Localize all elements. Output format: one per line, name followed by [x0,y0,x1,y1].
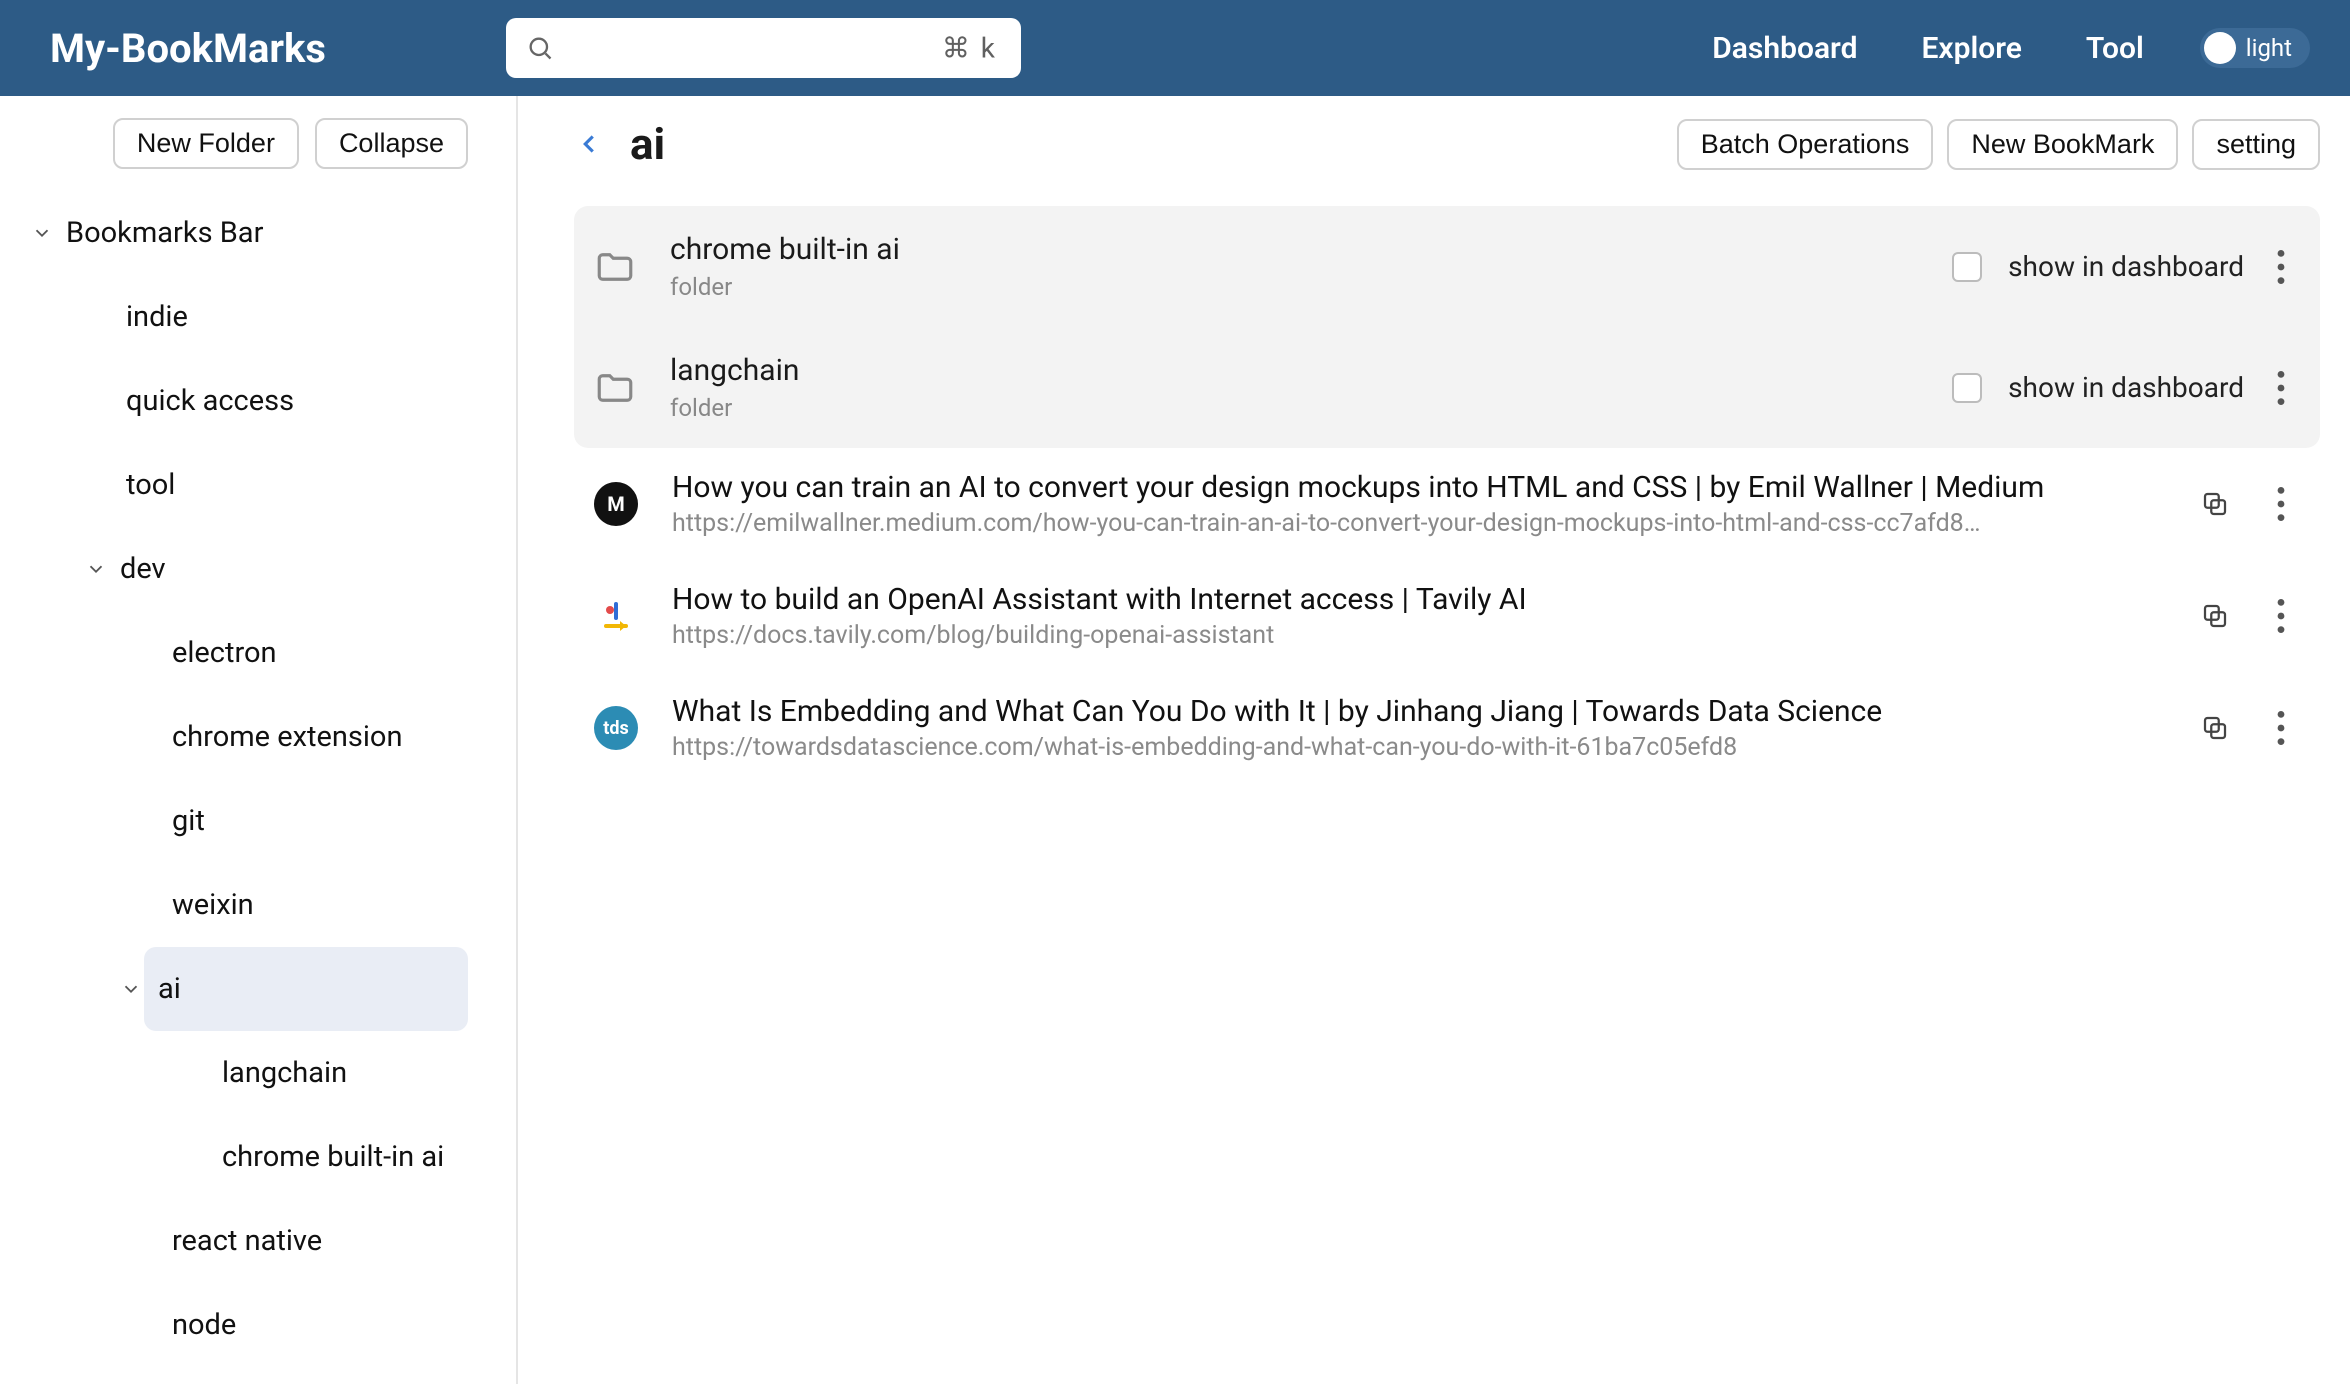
content-actions: Batch Operations New BookMark setting [1677,119,2320,170]
theme-toggle-label: light [2246,34,2292,62]
more-icon[interactable] [2270,250,2292,284]
copy-icon[interactable] [2200,489,2230,519]
batch-operations-button[interactable]: Batch Operations [1677,119,1934,170]
sidebar-item-label: git [172,804,205,838]
bookmark-url: https://emilwallner.medium.com/how-you-c… [672,509,2052,538]
sidebar-item-chrome-extension[interactable]: chrome extension [8,695,468,779]
more-icon[interactable] [2270,371,2292,405]
collapse-button[interactable]: Collapse [315,118,468,169]
back-icon[interactable] [574,129,604,159]
page-title: ai [630,118,665,170]
chevron-down-icon [110,978,158,1000]
folder-name: langchain [670,353,799,388]
list-bookmark-row[interactable]: How to build an OpenAI Assistant with In… [574,560,2320,672]
bookmark-title: How to build an OpenAI Assistant with In… [672,582,2166,617]
sidebar-item-react-native[interactable]: react native [8,1199,468,1283]
folder-icon [594,367,636,409]
sidebar-item-label: dev [120,552,166,586]
sidebar-item-label: chrome extension [172,720,402,754]
sidebar-item-label: chrome built-in ai [222,1140,444,1174]
list-bookmark-row[interactable]: tds What Is Embedding and What Can You D… [574,672,2320,784]
sidebar-item-tool[interactable]: tool [8,443,468,527]
sidebar-item-label: langchain [222,1056,347,1090]
sidebar-item-ai[interactable]: ai [144,947,468,1031]
favicon-icon: tds [594,706,638,750]
tree-root-label: Bookmarks Bar [66,216,263,250]
theme-toggle-knob [2204,32,2236,64]
copy-icon[interactable] [2200,601,2230,631]
sidebar-item-node[interactable]: node [8,1283,468,1367]
folder-type-label: folder [670,394,799,422]
chevron-down-icon [72,558,120,580]
chevron-down-icon [18,222,66,244]
nav-dashboard[interactable]: Dashboard [1712,31,1857,66]
list-bookmark-row[interactable]: M How you can train an AI to convert you… [574,448,2320,560]
folder-tree: Bookmarks Bar indie quick access tool de… [0,179,516,1367]
search-field-wrap: ⌘ k [506,18,1021,78]
content-pane: ai Batch Operations New BookMark setting… [518,96,2350,1384]
sidebar-item-git[interactable]: git [8,779,468,863]
more-icon[interactable] [2270,487,2292,521]
nav-explore[interactable]: Explore [1921,31,2021,66]
item-list: chrome built-in ai folder show in dashbo… [574,206,2320,784]
list-folder-row[interactable]: langchain folder show in dashboard [574,327,2320,448]
copy-icon[interactable] [2200,713,2230,743]
theme-toggle[interactable]: light [2200,28,2310,68]
sidebar-item-langchain[interactable]: langchain [8,1031,468,1115]
sidebar-item-dev[interactable]: dev [8,527,468,611]
sidebar-item-label: quick access [126,384,294,418]
sidebar-item-label: tool [126,468,175,502]
sidebar-item-label: node [172,1308,236,1342]
nav-tool[interactable]: Tool [2086,31,2144,66]
new-folder-button[interactable]: New Folder [113,118,299,169]
search-icon [526,34,554,62]
list-folder-row[interactable]: chrome built-in ai folder show in dashbo… [574,206,2320,327]
show-in-dashboard-checkbox[interactable] [1952,373,1982,403]
favicon-icon: M [594,482,638,526]
sidebar-item-label: react native [172,1224,322,1258]
header-bar: My-BookMarks ⌘ k Dashboard Explore Tool … [0,0,2350,96]
more-icon[interactable] [2270,599,2292,633]
sidebar-item-label: electron [172,636,277,670]
sidebar-item-label: weixin [172,888,254,922]
show-in-dashboard-checkbox[interactable] [1952,252,1982,282]
bookmark-url: https://towardsdatascience.com/what-is-e… [672,733,2052,762]
header-nav: Dashboard Explore Tool [1712,31,2144,66]
sidebar-item-electron[interactable]: electron [8,611,468,695]
settings-button[interactable]: setting [2192,119,2320,170]
bookmark-title: How you can train an AI to convert your … [672,470,2166,505]
more-icon[interactable] [2270,711,2292,745]
sidebar: New Folder Collapse Bookmarks Bar indie … [0,96,518,1384]
sidebar-item-chrome-built-in-ai[interactable]: chrome built-in ai [8,1115,468,1199]
tree-root[interactable]: Bookmarks Bar [8,191,468,275]
sidebar-item-quick-access[interactable]: quick access [8,359,468,443]
content-header: ai Batch Operations New BookMark setting [574,118,2320,170]
show-in-dashboard-label: show in dashboard [2008,250,2244,283]
favicon-icon [594,594,638,638]
new-bookmark-button[interactable]: New BookMark [1947,119,2178,170]
sidebar-actions: New Folder Collapse [0,96,516,179]
sidebar-item-indie[interactable]: indie [8,275,468,359]
app-logo[interactable]: My-BookMarks [50,25,326,72]
folder-type-label: folder [670,273,900,301]
bookmark-title: What Is Embedding and What Can You Do wi… [672,694,2166,729]
folder-icon [594,246,636,288]
show-in-dashboard-label: show in dashboard [2008,371,2244,404]
bookmark-url: https://docs.tavily.com/blog/building-op… [672,621,2052,650]
sidebar-item-weixin[interactable]: weixin [8,863,468,947]
folder-name: chrome built-in ai [670,232,900,267]
sidebar-item-label: indie [126,300,188,334]
sidebar-item-label: ai [158,972,181,1006]
search-shortcut-label: ⌘ k [942,32,997,65]
